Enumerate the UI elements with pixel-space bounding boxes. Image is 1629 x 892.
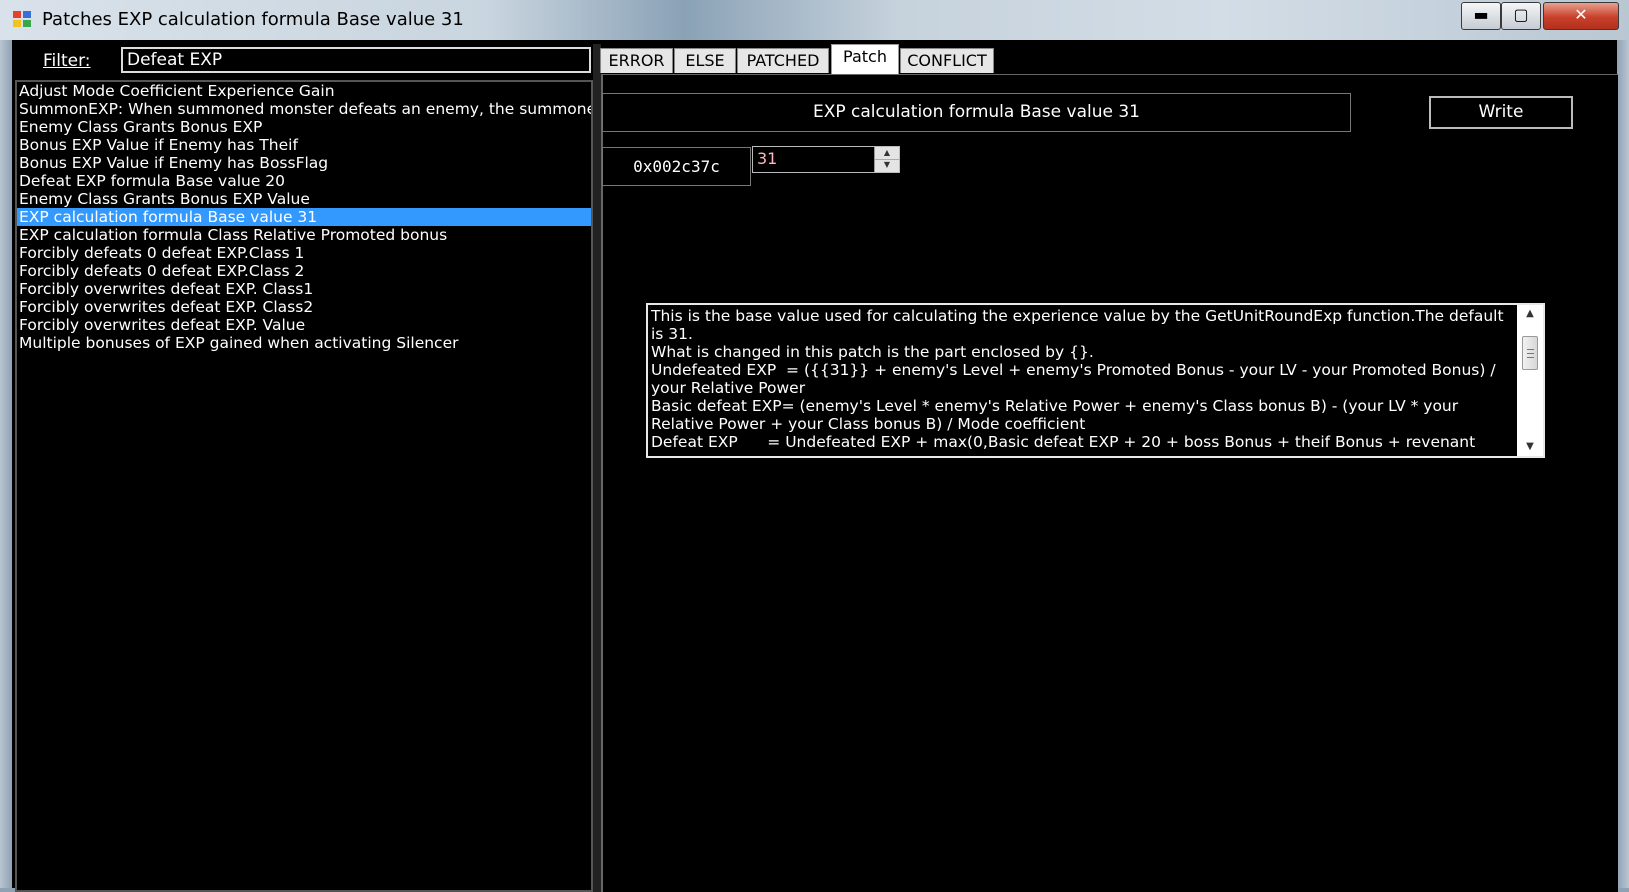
window-frame-left bbox=[0, 40, 12, 892]
window-title: Patches EXP calculation formula Base val… bbox=[42, 9, 464, 30]
filter-input[interactable] bbox=[121, 47, 591, 73]
scroll-down-arrow-icon[interactable]: ▼ bbox=[1517, 438, 1543, 456]
tab-error[interactable]: ERROR bbox=[600, 48, 673, 73]
minimize-icon: ▬ bbox=[1473, 5, 1489, 24]
list-item[interactable]: Forcibly overwrites defeat EXP. Class1 bbox=[17, 280, 591, 298]
filter-label: Filter: bbox=[43, 51, 91, 71]
close-icon: ✕ bbox=[1574, 5, 1588, 24]
app-icon bbox=[13, 11, 33, 29]
address-label: 0x002c37c bbox=[602, 147, 751, 186]
tab-conflict[interactable]: CONFLICT bbox=[900, 48, 994, 73]
list-item[interactable]: Enemy Class Grants Bonus EXP Value bbox=[17, 190, 591, 208]
splitter[interactable] bbox=[593, 44, 601, 892]
list-item[interactable]: Bonus EXP Value if Enemy has BossFlag bbox=[17, 154, 591, 172]
patch-list[interactable]: Adjust Mode Coefficient Experience Gain S… bbox=[15, 80, 593, 892]
patch-detail-panel bbox=[601, 74, 1618, 892]
value-stepper-value[interactable]: 31 bbox=[757, 149, 777, 168]
tab-patch[interactable]: Patch bbox=[831, 44, 899, 74]
list-item[interactable]: Multiple bonuses of EXP gained when acti… bbox=[17, 334, 591, 352]
tab-else[interactable]: ELSE bbox=[674, 48, 736, 73]
title-bar[interactable]: Patches EXP calculation formula Base val… bbox=[0, 0, 1629, 40]
list-item[interactable]: EXP calculation formula Class Relative P… bbox=[17, 226, 591, 244]
stepper-down-arrow-icon[interactable]: ▼ bbox=[875, 159, 899, 171]
list-item[interactable]: Adjust Mode Coefficient Experience Gain bbox=[17, 82, 591, 100]
maximize-button[interactable]: ▢ bbox=[1501, 2, 1541, 30]
description-scrollbar[interactable]: ▲ ▼ bbox=[1517, 305, 1543, 456]
list-item[interactable]: EXP calculation formula Base value 31 bbox=[17, 208, 591, 226]
minimize-button[interactable]: ▬ bbox=[1461, 2, 1501, 30]
patch-title: EXP calculation formula Base value 31 bbox=[602, 93, 1351, 132]
write-button[interactable]: Write bbox=[1429, 96, 1573, 129]
list-item[interactable]: Forcibly overwrites defeat EXP. Value bbox=[17, 316, 591, 334]
scroll-thumb[interactable] bbox=[1522, 336, 1538, 370]
maximize-icon: ▢ bbox=[1513, 5, 1529, 24]
patch-window: Patches EXP calculation formula Base val… bbox=[0, 0, 1629, 892]
tab-patched[interactable]: PATCHED bbox=[737, 48, 829, 73]
value-stepper[interactable]: 31 ▲ ▼ bbox=[752, 146, 900, 173]
list-item[interactable]: Forcibly overwrites defeat EXP. Class2 bbox=[17, 298, 591, 316]
scroll-up-arrow-icon[interactable]: ▲ bbox=[1517, 305, 1543, 323]
list-item[interactable]: Enemy Class Grants Bonus EXP bbox=[17, 118, 591, 136]
list-item[interactable]: Bonus EXP Value if Enemy has Theif bbox=[17, 136, 591, 154]
window-frame-right bbox=[1617, 40, 1629, 892]
list-item[interactable]: Defeat EXP formula Base value 20 bbox=[17, 172, 591, 190]
list-item[interactable]: SummonEXP: When summoned monster defeats… bbox=[17, 100, 591, 118]
description-text: This is the base value used for calculat… bbox=[651, 307, 1504, 451]
close-button[interactable]: ✕ bbox=[1543, 2, 1619, 30]
list-item[interactable]: Forcibly defeats 0 defeat EXP.Class 1 bbox=[17, 244, 591, 262]
stepper-buttons: ▲ ▼ bbox=[874, 147, 899, 172]
list-item[interactable]: Forcibly defeats 0 defeat EXP.Class 2 bbox=[17, 262, 591, 280]
description-textbox[interactable]: This is the base value used for calculat… bbox=[646, 303, 1545, 458]
